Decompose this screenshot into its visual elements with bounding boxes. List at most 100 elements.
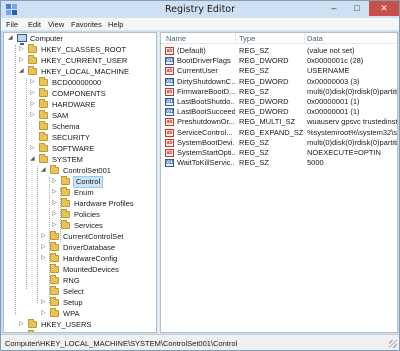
expand-arrow-icon[interactable]: ▷: [41, 243, 46, 250]
collapse-arrow-icon[interactable]: ◢: [19, 67, 24, 74]
tree-node-label: HKEY_LOCAL_MACHINE: [41, 67, 129, 76]
value-row[interactable]: 011 LastBootShutdo... REG_DWORD 0x00000001 …: [161, 97, 397, 107]
string-value-icon: ab: [165, 138, 174, 147]
expand-arrow-icon[interactable]: ▷: [52, 199, 57, 206]
folder-icon: [50, 275, 59, 284]
collapse-arrow-icon[interactable]: ◢: [8, 34, 13, 41]
expand-arrow-icon[interactable]: ▷: [41, 309, 46, 316]
value-row[interactable]: ab SystemBootDevi... REG_SZ multi(0)disk(0)…: [161, 138, 397, 148]
column-header-type[interactable]: Type: [239, 34, 255, 43]
tree-guide-line: [37, 166, 38, 303]
expand-arrow-icon[interactable]: ▷: [41, 254, 46, 261]
expand-arrow-icon[interactable]: ▷: [19, 331, 24, 332]
value-name: ServiceControl...: [177, 127, 233, 137]
string-value-icon: ab: [165, 47, 174, 55]
expand-arrow-icon[interactable]: ▷: [30, 89, 35, 96]
value-row[interactable]: 011 BootDriverFlags REG_DWORD 0x0000001c (2…: [161, 56, 397, 66]
column-divider[interactable]: [304, 33, 305, 44]
folder-icon: [50, 297, 59, 306]
value-type: REG_SZ: [239, 86, 270, 96]
tree-node-label: Schema: [52, 122, 80, 131]
folder-icon: [28, 44, 37, 53]
value-name: DirtyShutdownC...: [177, 76, 235, 86]
expand-arrow-icon[interactable]: ▷: [52, 188, 57, 195]
tree-node-label: Enum: [74, 188, 94, 197]
value-row[interactable]: 011LastBootSucceed... REG_DWORD 0x00000001…: [161, 107, 397, 117]
folder-icon: [50, 253, 59, 262]
column-divider[interactable]: [235, 33, 236, 44]
folder-icon: [50, 242, 59, 251]
expand-arrow-icon[interactable]: ▷: [30, 144, 35, 151]
expand-arrow-icon[interactable]: ▷: [19, 45, 24, 52]
expand-arrow-icon[interactable]: ▷: [41, 232, 46, 239]
expand-arrow-icon[interactable]: ▷: [19, 56, 24, 63]
status-bar: Computer\HKEY_LOCAL_MACHINE\SYSTEM\Contr…: [1, 334, 399, 350]
tree-node-label: Hardware Profiles: [74, 199, 134, 208]
value-data: 0x00000001 (1): [307, 97, 360, 106]
menu-favorites[interactable]: Favorites: [71, 20, 102, 29]
minimize-button[interactable]: –: [323, 1, 345, 16]
values-list[interactable]: Name Type Data ab (Default) REG_SZ (value n…: [160, 32, 398, 333]
value-type: REG_DWORD: [239, 56, 289, 66]
value-row[interactable]: ab (Default) REG_SZ (value not set): [161, 46, 397, 56]
string-value-icon: ab: [165, 128, 174, 137]
value-type: REG_DWORD: [239, 97, 289, 106]
menu-help[interactable]: Help: [108, 20, 123, 29]
value-data: wuauserv gpsvc trustedinstal: [307, 117, 397, 127]
tree-node-label: ControlSet001: [63, 166, 111, 175]
tree-node-label: BCD00000000: [52, 78, 102, 87]
string-value-icon: ab: [165, 149, 174, 157]
column-header-data[interactable]: Data: [307, 34, 323, 43]
value-data: USERNAME: [307, 66, 350, 76]
expand-arrow-icon[interactable]: ▷: [30, 111, 35, 118]
tree-node-label: Select: [63, 287, 84, 296]
expand-arrow-icon[interactable]: ▷: [30, 78, 35, 85]
value-row[interactable]: 011 DirtyShutdownC... REG_DWORD 0x00000003 …: [161, 77, 397, 87]
binary-value-icon: 011: [165, 57, 175, 66]
menu-file[interactable]: File: [6, 20, 18, 29]
expand-arrow-icon[interactable]: ▷: [19, 320, 24, 327]
close-button[interactable]: ✕: [369, 1, 399, 16]
collapse-arrow-icon[interactable]: ◢: [41, 166, 46, 173]
value-row[interactable]: ab PreshutdownOr... REG_MULTI_SZ wuauserv g…: [161, 117, 397, 127]
folder-icon: [28, 330, 34, 332]
expand-arrow-icon[interactable]: ▷: [30, 100, 35, 107]
collapse-arrow-icon[interactable]: ◢: [30, 155, 35, 162]
folder-icon: [28, 319, 37, 328]
folder-icon: [61, 176, 70, 185]
computer-icon: [17, 34, 27, 45]
expand-arrow-icon[interactable]: ▷: [52, 177, 57, 184]
expand-arrow-icon[interactable]: ▷: [41, 298, 46, 305]
value-type: REG_EXPAND_SZ: [239, 127, 304, 137]
value-name: BootDriverFlags: [177, 56, 231, 66]
tree-node-label: Computer: [30, 34, 63, 43]
folder-icon: [61, 187, 70, 196]
tree-node-label: SOFTWARE: [52, 144, 95, 153]
menu-view[interactable]: View: [48, 20, 64, 29]
expand-arrow-icon[interactable]: ▷: [52, 221, 57, 228]
status-path: Computer\HKEY_LOCAL_MACHINE\SYSTEM\Contr…: [5, 339, 238, 348]
value-row[interactable]: ab CurrentUser REG_SZ USERNAME: [161, 66, 397, 76]
folder-icon: [61, 198, 70, 207]
folder-icon: [50, 165, 59, 174]
resize-grip-icon[interactable]: [389, 340, 397, 348]
tree-node-label: HKEY_CLASSES_ROOT: [41, 45, 127, 54]
value-data: NOEXECUTE=OPTIN: [307, 148, 381, 157]
column-header-name[interactable]: Name: [166, 34, 186, 43]
folder-icon: [39, 77, 48, 86]
value-type: REG_SZ: [239, 158, 270, 168]
tree-node-label: WPA: [63, 309, 80, 318]
menu-edit[interactable]: Edit: [28, 20, 41, 29]
value-name: PreshutdownOr...: [177, 117, 235, 127]
title-bar[interactable]: Registry Editor – □ ✕: [1, 1, 399, 18]
value-row[interactable]: ab ServiceControl... REG_EXPAND_SZ %systemr…: [161, 128, 397, 138]
value-name: CurrentUser: [177, 66, 218, 76]
value-row[interactable]: ab SystemStartOpti... REG_SZ NOEXECUTE=OPTI…: [161, 148, 397, 158]
registry-tree[interactable]: ◢ Computer ▷ HKEY_CLASSES_ROOT ▷ HKEY_CURRENT…: [3, 32, 157, 333]
expand-arrow-icon[interactable]: ▷: [52, 210, 57, 217]
value-type: REG_SZ: [239, 137, 270, 147]
value-data: 0x00000001 (1): [307, 107, 360, 117]
value-row[interactable]: ab FirmwareBootD... REG_SZ multi(0)disk(0)r…: [161, 87, 397, 97]
value-row[interactable]: 011 WaitToKillServic... REG_SZ 5000: [161, 158, 397, 168]
maximize-button[interactable]: □: [346, 1, 368, 16]
